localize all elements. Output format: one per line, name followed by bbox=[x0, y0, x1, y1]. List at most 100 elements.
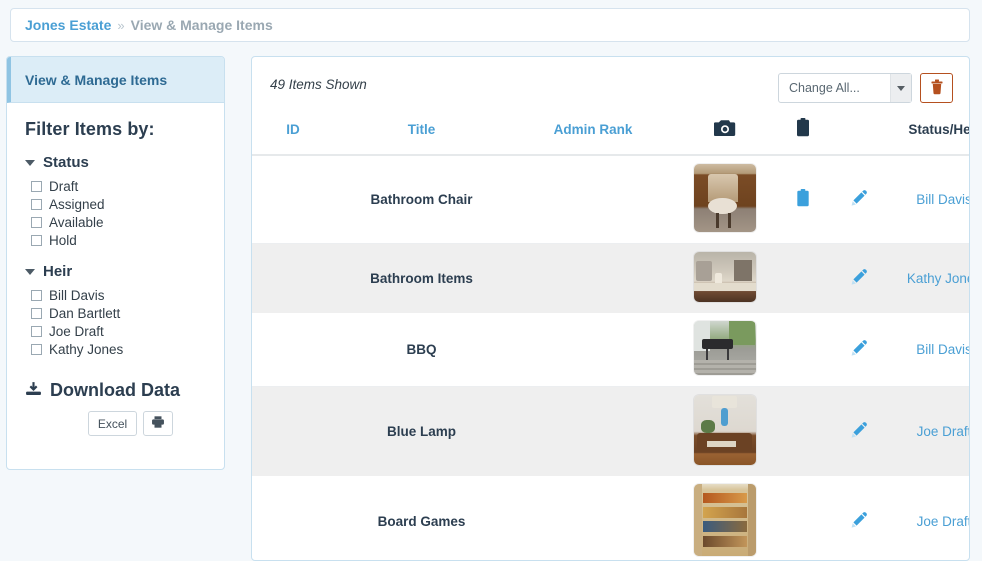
heir-link[interactable]: Joe Draft bbox=[917, 424, 969, 439]
checkbox-available[interactable] bbox=[31, 216, 42, 228]
heir-link[interactable]: Kathy Jones bbox=[907, 271, 969, 286]
filter-group-heir-label: Heir bbox=[43, 263, 73, 280]
cell-title: Bathroom Items bbox=[334, 243, 509, 313]
bathroom-chair-thumbnail[interactable] bbox=[693, 164, 756, 232]
filter-option-draft[interactable]: Draft bbox=[31, 177, 206, 195]
pencil-icon[interactable] bbox=[850, 421, 868, 439]
filter-option-available[interactable]: Available bbox=[31, 213, 206, 231]
table-row[interactable]: Bathroom Chair Bill Davis bbox=[252, 155, 969, 244]
heir-link[interactable]: Bill Davis bbox=[916, 192, 969, 207]
items-panel-toolbar: 49 Items Shown Change All... bbox=[252, 57, 969, 112]
cell-photo[interactable] bbox=[677, 243, 772, 313]
cell-photo[interactable] bbox=[677, 155, 772, 244]
checkbox-bill-davis[interactable] bbox=[31, 289, 42, 301]
download-icon bbox=[25, 381, 42, 401]
pencil-icon[interactable] bbox=[850, 189, 868, 207]
heir-link[interactable]: Joe Draft bbox=[917, 514, 969, 529]
table-header-row: ID Title Admin Rank Status/He bbox=[252, 112, 970, 156]
cell-admin-rank bbox=[509, 313, 677, 387]
checkbox-kathy-jones[interactable] bbox=[31, 343, 42, 355]
column-header-admin-rank-label: Admin Rank bbox=[553, 121, 633, 137]
caret-down-icon bbox=[25, 268, 35, 275]
heir-link[interactable]: Bill Davis bbox=[916, 342, 969, 357]
excel-download-button[interactable]: Excel bbox=[87, 411, 138, 436]
cell-photo[interactable] bbox=[677, 313, 772, 387]
board-games-thumbnail[interactable] bbox=[693, 484, 756, 556]
checkbox-hold[interactable] bbox=[31, 234, 42, 246]
filter-option-label: Available bbox=[49, 214, 104, 230]
breadcrumb-current: View & Manage Items bbox=[130, 17, 273, 33]
filter-group-status-toggle[interactable]: Status bbox=[25, 154, 206, 171]
cell-title: Board Games bbox=[334, 476, 509, 560]
cell-title: Blue Lamp bbox=[334, 386, 509, 476]
cell-photo[interactable] bbox=[677, 386, 772, 476]
item-title: Bathroom Chair bbox=[370, 192, 473, 207]
filter-option-label: Hold bbox=[49, 232, 77, 248]
cell-edit[interactable] bbox=[834, 476, 884, 560]
checkbox-joe-draft[interactable] bbox=[31, 325, 42, 337]
bbq-thumbnail[interactable] bbox=[693, 321, 756, 375]
filter-option-bill-davis[interactable]: Bill Davis bbox=[31, 286, 206, 304]
caret-down-icon bbox=[25, 159, 35, 166]
cell-note[interactable] bbox=[772, 155, 834, 244]
column-header-status-heir-label: Status/Heir bbox=[908, 121, 970, 137]
trash-icon bbox=[930, 79, 944, 98]
filter-option-label: Assigned bbox=[49, 196, 105, 212]
cell-id bbox=[252, 155, 334, 244]
table-row[interactable]: Blue Lamp Joe Draft bbox=[252, 386, 969, 476]
cell-edit[interactable] bbox=[834, 243, 884, 313]
change-all-selected-value: Change All... bbox=[789, 81, 860, 95]
clipboard-icon[interactable] bbox=[796, 189, 810, 207]
change-all-dropdown[interactable]: Change All... bbox=[778, 73, 912, 103]
filter-group-status: Status Draft Assigned Available Hold bbox=[25, 154, 206, 249]
filter-option-dan-bartlett[interactable]: Dan Bartlett bbox=[31, 304, 206, 322]
column-header-notes[interactable] bbox=[772, 112, 834, 156]
cell-photo[interactable] bbox=[677, 476, 772, 560]
filter-option-label: Joe Draft bbox=[49, 323, 104, 339]
column-header-title[interactable]: Title bbox=[334, 112, 509, 156]
download-buttons: Excel bbox=[25, 411, 206, 436]
table-row[interactable]: BBQ Bill Davis bbox=[252, 313, 969, 387]
column-header-id[interactable]: ID bbox=[252, 112, 334, 156]
filter-option-kathy-jones[interactable]: Kathy Jones bbox=[31, 340, 206, 358]
cell-status-heir[interactable]: Kathy Jones bbox=[884, 243, 969, 313]
cell-status-heir[interactable]: Bill Davis bbox=[884, 155, 969, 244]
items-panel: 49 Items Shown Change All... ID Title Ad… bbox=[251, 56, 970, 561]
pencil-icon[interactable] bbox=[850, 511, 868, 529]
column-header-id-label: ID bbox=[286, 121, 300, 137]
column-header-photo[interactable] bbox=[677, 112, 772, 156]
table-row[interactable]: Bathroom Items Kathy Jon bbox=[252, 243, 969, 313]
print-button[interactable] bbox=[143, 411, 174, 436]
filter-option-assigned[interactable]: Assigned bbox=[31, 195, 206, 213]
column-header-admin-rank[interactable]: Admin Rank bbox=[509, 112, 677, 156]
cell-edit[interactable] bbox=[834, 386, 884, 476]
table-row[interactable]: Board Games Joe Draft bbox=[252, 476, 969, 560]
filter-option-label: Dan Bartlett bbox=[49, 305, 121, 321]
breadcrumb-root-link[interactable]: Jones Estate bbox=[25, 17, 111, 33]
checkbox-dan-bartlett[interactable] bbox=[31, 307, 42, 319]
clipboard-icon bbox=[796, 118, 810, 140]
chevron-down-icon[interactable] bbox=[890, 74, 911, 102]
checkbox-draft[interactable] bbox=[31, 180, 42, 192]
delete-all-button[interactable] bbox=[920, 73, 953, 103]
cell-status-heir[interactable]: Joe Draft bbox=[884, 476, 969, 560]
bathroom-items-thumbnail[interactable] bbox=[693, 252, 756, 302]
blue-lamp-thumbnail[interactable] bbox=[693, 395, 756, 465]
cell-edit[interactable] bbox=[834, 313, 884, 387]
cell-id bbox=[252, 476, 334, 560]
filter-sidebar: View & Manage Items Filter Items by: Sta… bbox=[6, 56, 225, 470]
filter-items-heading: Filter Items by: bbox=[25, 119, 155, 139]
filter-group-heir-toggle[interactable]: Heir bbox=[25, 263, 206, 280]
cell-edit[interactable] bbox=[834, 155, 884, 244]
sidebar-body: Filter Items by: Status Draft Assigned A… bbox=[7, 103, 224, 436]
pencil-icon[interactable] bbox=[850, 339, 868, 357]
checkbox-assigned[interactable] bbox=[31, 198, 42, 210]
cell-note bbox=[772, 313, 834, 387]
filter-option-label: Draft bbox=[49, 178, 79, 194]
pencil-icon[interactable] bbox=[850, 268, 868, 286]
sidebar-header: View & Manage Items bbox=[7, 57, 224, 103]
filter-option-hold[interactable]: Hold bbox=[31, 231, 206, 249]
filter-option-joe-draft[interactable]: Joe Draft bbox=[31, 322, 206, 340]
cell-status-heir[interactable]: Bill Davis bbox=[884, 313, 969, 387]
cell-status-heir[interactable]: Joe Draft bbox=[884, 386, 969, 476]
